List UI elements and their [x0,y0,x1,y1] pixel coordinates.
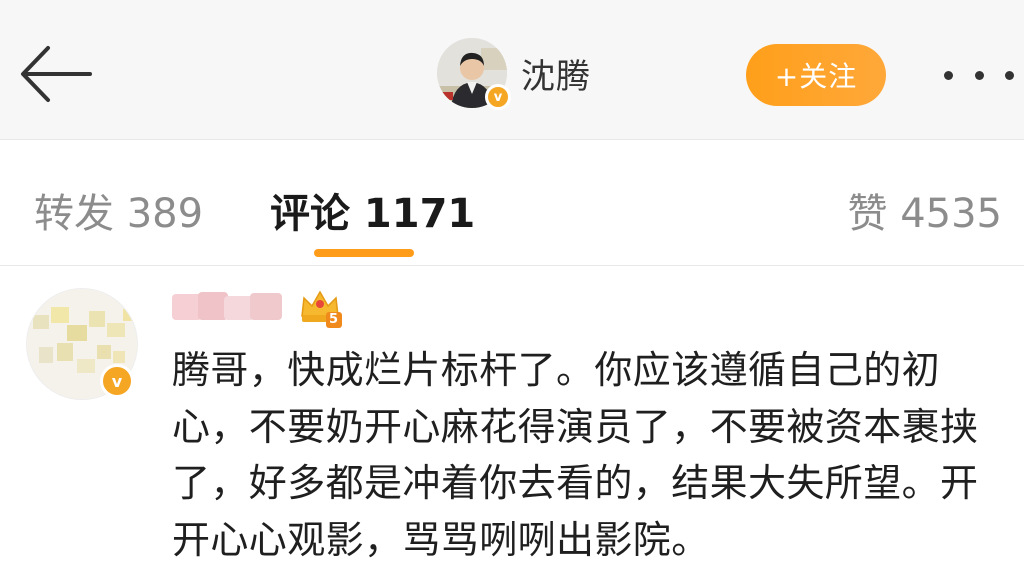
tab-likes[interactable]: 赞 4535 [847,181,1002,239]
comment-text: 腾哥，快成烂片标杆了。你应该遵循自己的初心，不要奶开心麻花得演员了，不要被资本裹… [172,348,979,562]
more-horizontal-icon [1005,70,1014,80]
arrow-left-icon [21,46,92,102]
comment-item[interactable]: v 5 腾哥，快成烂片标杆了。你应该遵循自己的初心，不要奶开心麻花得演员了，不要… [0,266,1024,574]
top-bar: v 沈腾 +关注 [0,0,1024,140]
follow-button[interactable]: +关注 [746,44,886,106]
tab-comments[interactable]: 评论 1171 [270,181,475,239]
header-divider [0,139,1024,140]
active-tab-indicator [314,249,414,257]
more-horizontal-icon [944,70,953,80]
profile-header[interactable]: v 沈腾 [437,38,591,110]
verified-badge: v [100,364,134,398]
tab-reposts[interactable]: 转发 389 [34,181,203,239]
back-button[interactable] [18,42,94,106]
commenter-name-redacted[interactable] [172,288,292,326]
verified-badge: v [485,84,511,110]
more-options-button[interactable] [944,58,1014,92]
level-badge: 5 [329,312,339,327]
tab-bar: 转发 389 评论 1171 赞 4535 [0,141,1024,265]
user-name[interactable]: 沈腾 [521,49,591,98]
more-horizontal-icon [974,70,984,80]
vip-crown-badge: 5 [298,286,342,328]
